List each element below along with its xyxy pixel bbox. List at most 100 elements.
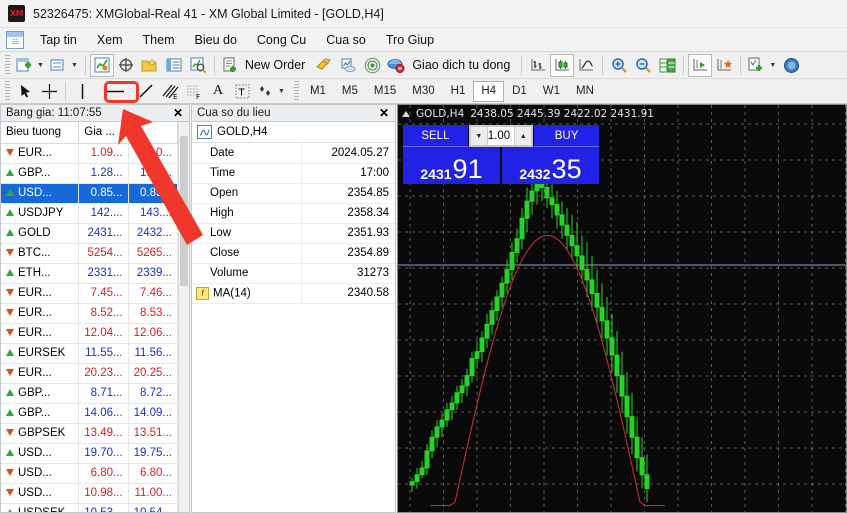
bid-cell[interactable]: 20.23... [78,363,129,384]
chevron-down-icon[interactable]: ▼ [37,62,44,69]
table-row[interactable]: EUR... 20.23... 20.25... [1,363,179,384]
bid-cell[interactable]: 13.49... [78,423,129,444]
collapse-icon[interactable] [402,110,410,117]
ask-cell[interactable]: 6.80... [128,463,179,484]
chart-shift-button[interactable] [712,54,736,77]
crosshair-icon[interactable] [37,80,61,103]
chart-panel[interactable]: GOLD,H4 2438.05 2445.39 2422.02 2431.91 … [397,104,847,513]
column-header-ask[interactable] [128,122,179,144]
symbol-cell[interactable]: USD... [1,443,80,464]
candlestick-chart-button[interactable] [550,53,575,77]
bid-cell[interactable]: 11.55... [78,343,129,364]
symbol-cell[interactable]: EUR... [1,143,80,164]
ask-cell[interactable]: 2432... [128,223,179,244]
column-header-symbol[interactable]: Bieu tuong [1,122,80,144]
volume-stepper[interactable]: ▼ 1.00 ▲ [468,125,534,147]
symbol-cell[interactable]: GBP... [1,383,80,404]
menu-insert[interactable]: Them [134,31,184,49]
mql5-community-button[interactable] [336,54,360,77]
ask-cell[interactable]: 12.06... [128,323,179,344]
toolbar-grip[interactable] [293,81,299,101]
bid-cell[interactable]: 12.04... [78,323,129,344]
chevron-down-icon[interactable]: ▼ [278,88,285,95]
toolbar-grip[interactable] [5,81,10,101]
ask-cell[interactable]: 0.85... [128,183,179,204]
bid-cell[interactable]: 8.52... [78,303,129,324]
terminal-button[interactable] [162,54,186,77]
bid-cell[interactable]: 6.80... [78,463,129,484]
table-row[interactable]: EUR... 12.04... 12.06... [1,323,179,344]
market-watch-scrollbar[interactable] [178,122,189,512]
menu-view[interactable]: Xem [88,31,132,49]
timeframe-d1[interactable]: D1 [504,81,535,102]
sell-button[interactable]: 2431 91 [403,147,500,184]
timeframe-mn[interactable]: MN [568,81,602,102]
metaeditor-button[interactable] [312,54,336,77]
symbol-cell[interactable]: GBP... [1,403,80,424]
ask-cell[interactable]: 19.75... [128,443,179,464]
symbol-cell[interactable]: GOLD [1,223,80,244]
buy-button[interactable]: 2432 35 [502,147,599,184]
indicators-button[interactable]: ▼ [745,54,779,77]
bid-cell[interactable]: 5254... [78,243,129,264]
ask-cell[interactable]: 20.25... [128,363,179,384]
ask-cell[interactable]: 11.00... [128,483,179,504]
text-label-icon[interactable]: T [230,80,254,103]
chart-window-icon[interactable]: ☷ [6,30,24,49]
column-header-bid[interactable]: Gia ... [78,122,129,144]
table-row[interactable]: EUR... 7.45... 7.46... [1,283,179,304]
timeframe-h4[interactable]: H4 [473,80,505,102]
symbol-cell[interactable]: ETH... [1,263,80,284]
scrollbar-thumb[interactable] [180,136,188,286]
bid-cell[interactable]: 19.70... [78,443,129,464]
table-row[interactable]: USDJPY 142.... 143.... [1,203,179,224]
cursor-icon[interactable] [13,80,37,103]
ask-cell[interactable]: 13.51... [128,423,179,444]
ask-cell[interactable]: 11.56... [128,343,179,364]
table-row[interactable]: USDSEK 10.53... 10.54... [1,503,179,512]
symbol-cell[interactable]: GBP... [1,163,80,184]
symbol-cell[interactable]: USD... [1,483,80,504]
bid-cell[interactable]: 10.53... [78,503,129,512]
trendline-icon[interactable] [134,80,158,103]
ask-cell[interactable]: 1.0... [128,143,179,164]
ask-cell[interactable]: 143.... [128,203,179,224]
bid-cell[interactable]: 0.85... [78,183,129,204]
table-row[interactable]: GBP... 14.06... 14.09... [1,403,179,424]
table-row[interactable]: GBPSEK 13.49... 13.51... [1,423,179,444]
symbol-cell[interactable]: EUR... [1,363,80,384]
volume-value[interactable]: 1.00 [488,130,514,142]
timeframe-m1[interactable]: M1 [302,81,334,102]
menu-help[interactable]: Tro Giup [377,31,443,49]
ask-cell[interactable]: 8.53... [128,303,179,324]
vertical-line-icon[interactable] [70,80,94,103]
profiles-button[interactable]: ▼ [47,54,81,77]
bid-cell[interactable]: 1.28... [78,163,129,184]
timeframe-m30[interactable]: M30 [404,81,442,102]
bid-cell[interactable]: 1.09... [78,143,129,164]
symbol-cell[interactable]: EUR... [1,323,80,344]
ask-cell[interactable]: 7.46... [128,283,179,304]
table-row[interactable]: GOLD 2431... 2432... [1,223,179,244]
symbol-cell[interactable]: EUR... [1,283,80,304]
horizontal-line-icon[interactable] [100,80,128,103]
menu-charts[interactable]: Bieu do [186,31,246,49]
chevron-down-icon[interactable]: ▼ [769,62,776,69]
bid-cell[interactable]: 2331... [78,263,129,284]
table-row[interactable]: EURSEK 11.55... 11.56... [1,343,179,364]
symbol-cell[interactable]: USD... [1,463,80,484]
toolbar-grip[interactable] [5,55,10,75]
symbol-cell[interactable]: GBPSEK [1,423,80,444]
auto-scroll-button[interactable] [688,53,713,77]
table-row[interactable]: USD... 6.80... 6.80... [1,463,179,484]
volume-up-icon[interactable]: ▲ [514,127,532,145]
ask-cell[interactable]: 10.54... [128,503,179,512]
menu-window[interactable]: Cua so [317,31,375,49]
bid-cell[interactable]: 142.... [78,203,129,224]
close-icon[interactable]: ✕ [377,106,391,120]
timeframe-h1[interactable]: H1 [443,81,474,102]
symbol-cell[interactable]: EUR... [1,303,80,324]
table-row[interactable]: BTC... 5254... 5265... [1,243,179,264]
strategy-tester-button[interactable] [186,54,210,77]
timeframe-w1[interactable]: W1 [535,81,568,102]
